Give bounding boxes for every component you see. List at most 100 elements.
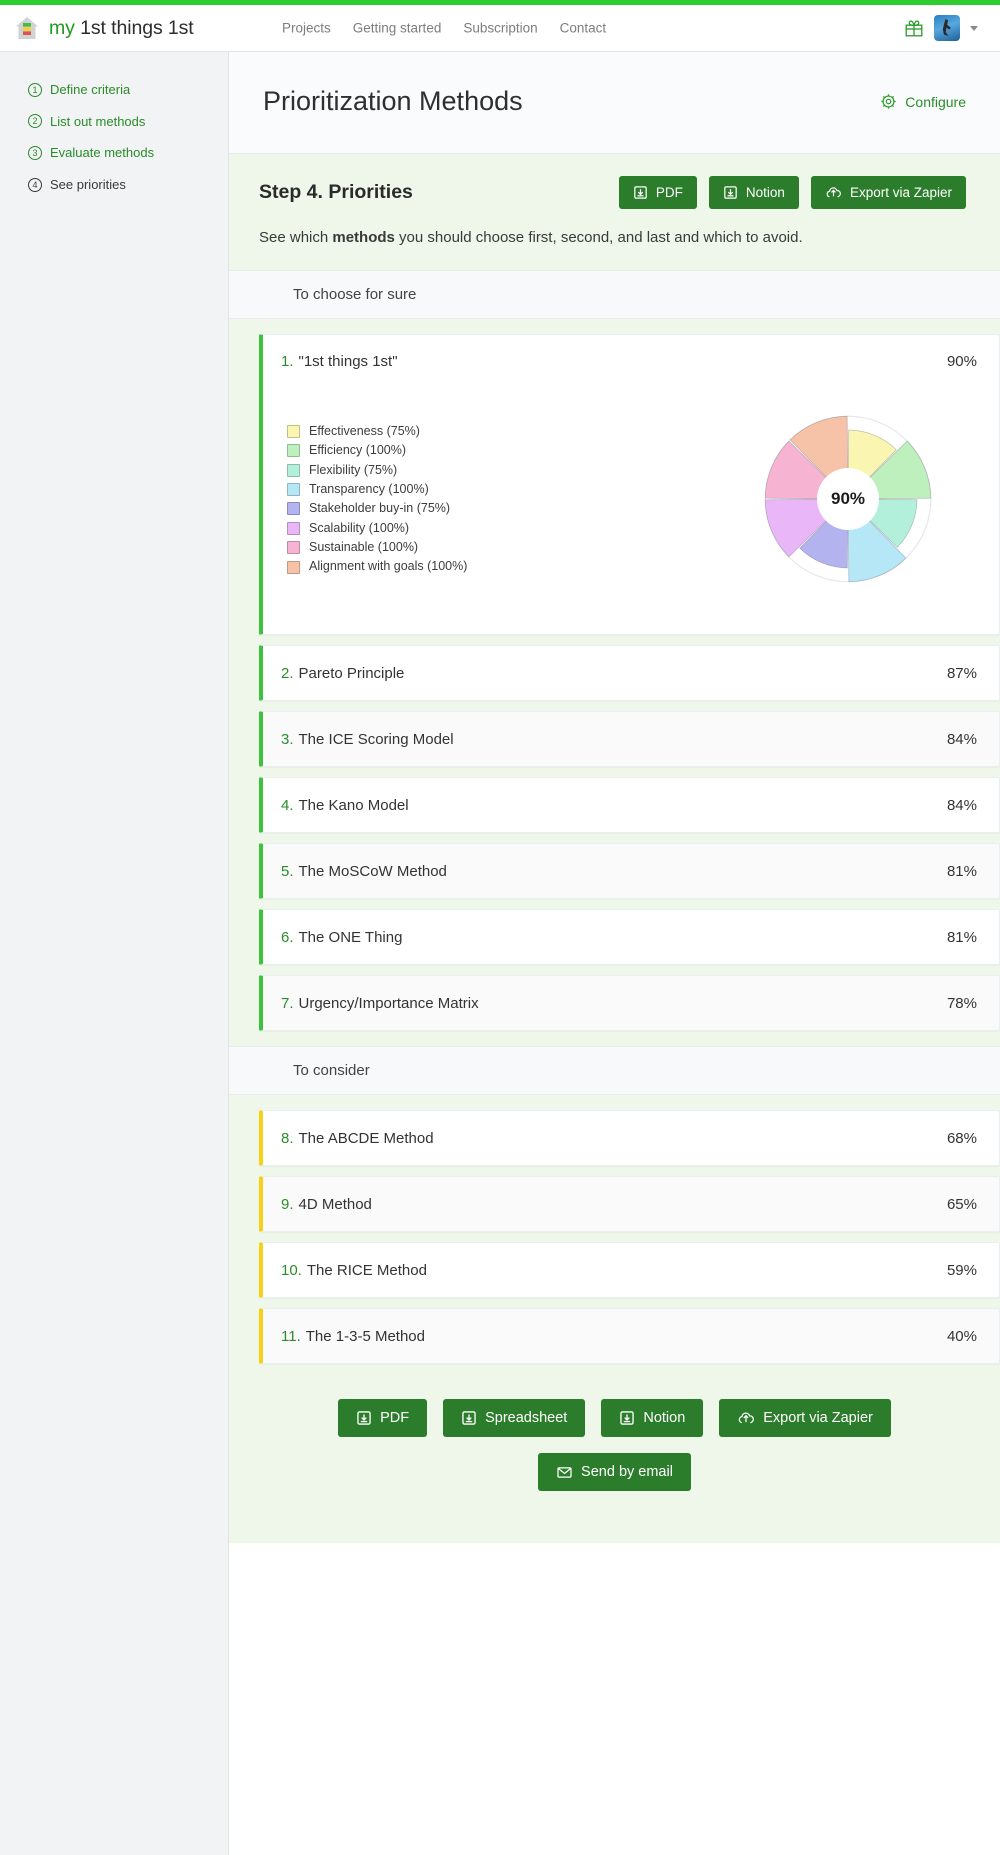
button-label: Notion <box>643 1410 686 1427</box>
gift-icon[interactable] <box>904 18 924 38</box>
sidebar-item-label: Define criteria <box>50 82 131 97</box>
method-row-4[interactable]: 4. The Kano Model 84% <box>259 777 1000 834</box>
step-header: Step 4. Priorities PDF Notion Export via… <box>229 176 1000 209</box>
method-score: 68% <box>946 1129 977 1147</box>
legend-label: Sustainable (100%) <box>309 540 419 555</box>
method-label: The Kano Model <box>298 796 409 814</box>
configure-button[interactable]: Configure <box>880 93 966 110</box>
method-score: 40% <box>946 1327 977 1345</box>
brand-home-link[interactable]: my 1st things 1st <box>14 15 194 41</box>
house-logo-icon <box>14 15 40 41</box>
main-content: Prioritization Methods Configure Step 4.… <box>229 52 1000 1855</box>
brand-name-my: my <box>49 16 81 39</box>
list-item: 4. The Kano Model 84% <box>229 772 1000 838</box>
export-pdf-button[interactable]: PDF <box>618 176 697 209</box>
cloud-upload-icon <box>737 1410 755 1426</box>
method-label: 4D Method <box>298 1195 372 1213</box>
footer-export-row-2: Send by email <box>229 1453 1000 1492</box>
sidebar-item-define-criteria[interactable]: 1 Define criteria <box>0 74 228 106</box>
method-rank: 5. <box>281 862 294 880</box>
footer-notion-button[interactable]: Notion <box>601 1399 704 1438</box>
configure-label: Configure <box>905 93 966 110</box>
cloud-upload-icon <box>825 185 842 200</box>
legend-swatch <box>287 502 300 516</box>
sidebar: 1 Define criteria 2 List out methods 3 E… <box>0 52 229 1855</box>
avatar[interactable] <box>934 15 960 41</box>
step-export-buttons: PDF Notion Export via Zapier <box>618 176 966 209</box>
method-row-8[interactable]: 8. The ABCDE Method 68% <box>259 1110 1000 1167</box>
method-score: 84% <box>946 796 977 814</box>
download-icon <box>461 1410 477 1426</box>
method-score: 81% <box>946 928 977 946</box>
page-header: Prioritization Methods Configure <box>229 52 1000 154</box>
method-row-3[interactable]: 3. The ICE Scoring Model 84% <box>259 711 1000 768</box>
legend-item: Efficiency (100%) <box>287 441 467 460</box>
desc-before: See which <box>259 229 333 246</box>
method-row-11[interactable]: 11. The 1-3-5 Method 40% <box>259 1308 1000 1365</box>
button-label: PDF <box>380 1410 410 1427</box>
method-rank: 4. <box>281 796 294 814</box>
method-rank: 7. <box>281 994 294 1012</box>
method-label: "1st things 1st" <box>298 353 398 371</box>
sidebar-item-evaluate-methods[interactable]: 3 Evaluate methods <box>0 137 228 169</box>
page-layout: 1 Define criteria 2 List out methods 3 E… <box>0 52 1000 1855</box>
legend-label: Effectiveness (75%) <box>309 423 420 438</box>
method-row-6[interactable]: 6. The ONE Thing 81% <box>259 909 1000 966</box>
legend-swatch <box>287 521 300 535</box>
brand-name: my 1st things 1st <box>49 17 194 40</box>
method-row-9[interactable]: 9. 4D Method 65% <box>259 1176 1000 1233</box>
nav-getting-started[interactable]: Getting started <box>353 21 442 36</box>
group-heading-to-consider: To consider <box>229 1046 1000 1096</box>
method-row-10[interactable]: 10. The RICE Method 59% <box>259 1242 1000 1299</box>
send-by-email-button[interactable]: Send by email <box>538 1453 691 1492</box>
export-notion-button[interactable]: Notion <box>708 176 799 209</box>
method-rank: 3. <box>281 730 294 748</box>
legend-swatch <box>287 444 300 458</box>
nav-contact[interactable]: Contact <box>560 21 607 36</box>
sidebar-item-list-out-methods[interactable]: 2 List out methods <box>0 106 228 138</box>
button-label: Notion <box>745 185 785 200</box>
method-label: The ONE Thing <box>298 928 403 946</box>
list-item: 3. The ICE Scoring Model 84% <box>229 706 1000 772</box>
chart-legend: Effectiveness (75%) Efficiency (100%) Fl… <box>281 422 467 577</box>
chevron-down-icon[interactable] <box>970 25 978 31</box>
download-icon <box>619 1410 635 1426</box>
legend-item: Alignment with goals (100%) <box>287 557 467 576</box>
method-row-1[interactable]: 1. "1st things 1st" 90% Effectiveness (7… <box>259 334 1000 636</box>
method-rank: 8. <box>281 1129 294 1147</box>
method-row-2[interactable]: 2. Pareto Principle 87% <box>259 645 1000 702</box>
method-row-5[interactable]: 5. The MoSCoW Method 81% <box>259 843 1000 900</box>
footer-zapier-button[interactable]: Export via Zapier <box>719 1399 891 1438</box>
method-rank: 10. <box>281 1261 302 1279</box>
list-item: 7. Urgency/Importance Matrix 78% <box>229 970 1000 1036</box>
footer-spreadsheet-button[interactable]: Spreadsheet <box>443 1399 586 1438</box>
method-row-7[interactable]: 7. Urgency/Importance Matrix 78% <box>259 975 1000 1032</box>
method-label: The MoSCoW Method <box>298 862 447 880</box>
method-label: The ICE Scoring Model <box>298 730 454 748</box>
step-number-badge: 3 <box>28 145 42 160</box>
step-panel: Step 4. Priorities PDF Notion Export via… <box>229 154 1000 271</box>
group-body-to-consider: 8. The ABCDE Method 68% 9. 4D Method 65%… <box>229 1095 1000 1380</box>
sidebar-item-see-priorities[interactable]: 4 See priorities <box>0 169 228 201</box>
method-score: 78% <box>946 994 977 1012</box>
list-item: 6. The ONE Thing 81% <box>229 904 1000 970</box>
legend-item: Transparency (100%) <box>287 480 467 499</box>
nav-projects[interactable]: Projects <box>282 21 331 36</box>
method-score: 87% <box>946 664 977 682</box>
desc-bold: methods <box>332 229 395 246</box>
footer-pdf-button[interactable]: PDF <box>338 1399 428 1438</box>
button-label: PDF <box>655 185 683 200</box>
method-label: The RICE Method <box>306 1261 427 1279</box>
method-rank: 11. <box>281 1327 301 1345</box>
sidebar-item-label: See priorities <box>50 176 126 192</box>
step-number-badge: 2 <box>28 114 42 129</box>
desc-after: you should choose first, second, and las… <box>394 229 803 246</box>
nav-subscription[interactable]: Subscription <box>463 21 537 36</box>
group-heading-to-choose-for-sure: To choose for sure <box>229 270 1000 320</box>
sidebar-item-label: Evaluate methods <box>50 145 155 161</box>
button-label: Export via Zapier <box>763 1410 873 1427</box>
chart-center-label: 90% <box>817 468 879 531</box>
panel-tail <box>229 1513 1000 1544</box>
method-chart-area: Effectiveness (75%) Efficiency (100%) Fl… <box>263 384 999 634</box>
export-zapier-button[interactable]: Export via Zapier <box>810 176 966 209</box>
